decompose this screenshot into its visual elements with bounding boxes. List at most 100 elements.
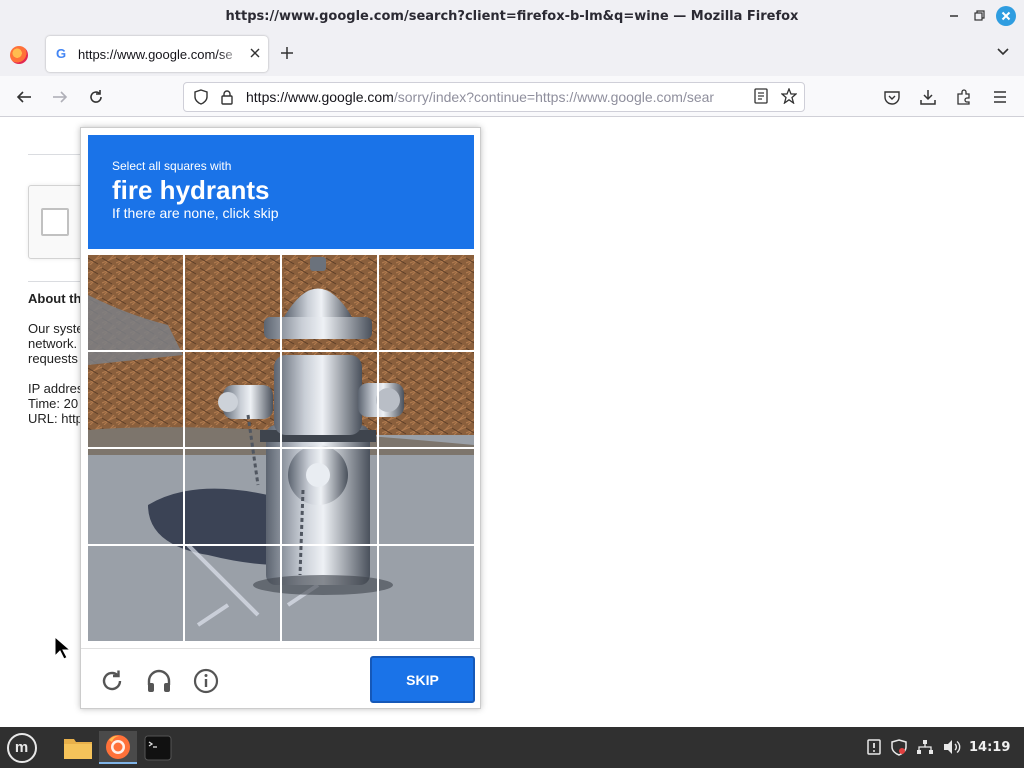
image-tile[interactable] [282,352,377,447]
mouse-cursor-icon [54,636,72,660]
image-tile[interactable] [282,546,377,641]
update-shield-tray-icon[interactable] [891,739,907,759]
recaptcha-checkbox-widget [28,185,88,259]
reader-view-icon[interactable] [754,88,768,107]
recaptcha-checkbox[interactable] [41,208,69,236]
skip-button[interactable]: SKIP [370,656,475,703]
forward-button[interactable] [48,85,72,109]
linux-mint-menu-icon: m [6,732,37,763]
url-path: /sorry/index?continue=https://www.google… [393,89,715,105]
image-tile[interactable] [88,546,183,641]
tile-image [282,546,377,641]
image-tile[interactable] [88,255,183,350]
download-icon [920,90,936,105]
image-tile[interactable] [185,449,280,544]
tile-image [185,255,280,350]
tile-image [379,546,474,641]
body-line: requests [28,351,78,366]
tile-image [185,546,280,641]
image-tile[interactable] [185,352,280,447]
reload-icon [90,90,102,103]
url-bar[interactable]: https://www.google.com/sorry/index?conti… [183,82,805,112]
image-tile[interactable] [379,255,474,350]
audio-challenge-button[interactable] [145,667,173,695]
bookmark-star-icon[interactable] [780,87,798,107]
pocket-icon [884,90,900,105]
close-window-button[interactable] [996,6,1016,26]
url-text: https://www.google.com/sorry/index?conti… [246,89,746,105]
taskbar: m 14:19 [0,727,1024,768]
image-tile[interactable] [88,449,183,544]
tile-image [88,255,183,350]
body-line: Our syste [28,321,84,336]
tile-image [88,449,183,544]
navigation-toolbar: https://www.google.com/sorry/index?conti… [0,76,1024,117]
tile-image [282,352,377,447]
downloads-button[interactable] [916,85,940,109]
image-tile[interactable] [379,449,474,544]
maximize-button[interactable] [969,6,989,26]
image-tile[interactable] [379,546,474,641]
image-tile[interactable] [282,255,377,350]
back-button[interactable] [12,85,36,109]
reload-button[interactable] [84,85,108,109]
network-tray-icon[interactable] [916,739,934,758]
minimize-button[interactable] [944,6,964,26]
pocket-button[interactable] [880,85,904,109]
info-button[interactable] [192,667,220,695]
tab-label: https://www.google.com/se [78,46,233,62]
arrow-left-icon [16,91,31,103]
image-tile[interactable] [185,546,280,641]
files-folder-icon [64,738,92,759]
volume-tray-icon[interactable] [943,739,961,758]
taskbar-files[interactable] [60,731,96,764]
notifications-tray-icon[interactable] [866,739,882,758]
image-tile[interactable] [185,255,280,350]
tile-image [88,546,183,641]
tab-close-icon[interactable] [250,45,260,61]
ip-address-line: IP addres [28,381,84,396]
reload-challenge-button[interactable] [98,667,126,695]
taskbar-clock[interactable]: 14:19 [969,740,1010,755]
window-titlebar: https://www.google.com/search?client=fir… [0,0,1024,32]
tracking-protection-shield-icon[interactable] [192,88,210,106]
tile-image [185,449,280,544]
window-title: https://www.google.com/search?client=fir… [225,8,799,24]
body-line: network. [28,336,78,351]
time-line: Time: 20 [28,396,79,411]
taskbar-terminal[interactable] [140,731,176,764]
lock-icon[interactable] [218,88,236,106]
url-line: URL: http [28,411,83,426]
challenge-header: Select all squares with fire hydrants If… [88,135,474,249]
tab-google[interactable]: G https://www.google.com/se [46,36,268,72]
google-g-icon: G [56,46,67,61]
terminal-icon [144,735,172,760]
tile-image [379,449,474,544]
list-all-tabs-button[interactable] [996,44,1010,60]
divider [28,154,88,155]
image-tile[interactable] [282,449,377,544]
taskbar-firefox[interactable] [99,731,137,764]
puzzle-icon [957,89,970,105]
app-menu-button[interactable] [988,85,1012,109]
image-tile[interactable] [379,352,474,447]
image-tile[interactable] [88,352,183,447]
tab-bar: G https://www.google.com/se [0,32,1024,76]
new-tab-button[interactable] [280,44,294,64]
firefox-view-icon[interactable] [10,46,28,64]
extensions-button[interactable] [952,85,976,109]
plus-icon [281,47,293,59]
tile-image [282,449,377,544]
challenge-footer: SKIP [81,648,480,708]
challenge-subtext: If there are none, click skip [112,205,279,221]
restore-icon [974,10,985,21]
challenge-instruction: Select all squares with [112,159,232,173]
tile-image [185,352,280,447]
firefox-icon [106,734,130,759]
tile-image [282,255,377,350]
info-icon [193,668,219,694]
minimize-icon [950,15,958,17]
start-menu-button[interactable]: m [5,731,38,764]
tile-image [88,352,183,447]
url-host: https://www.google.com [246,89,394,105]
